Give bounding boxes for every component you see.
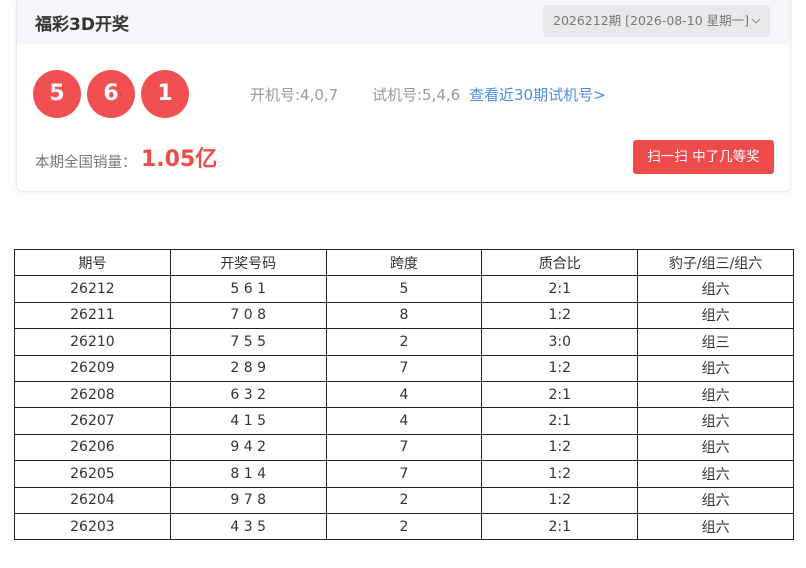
table-row: 26211 7 0 8 8 1:2 组六 [14,301,794,330]
table-cell: 1:2 [481,433,639,462]
issue-select[interactable]: 2026212期 [2026-08-10 星期一] [543,5,770,37]
table-body: 26212 5 6 1 5 2:1 组六 26211 7 0 8 8 1:2 组六 26210 7 5… [14,275,794,541]
table-cell: 7 [325,460,483,488]
table-row: 26204 9 7 8 2 1:2 组六 [14,486,794,514]
table-cell: 组六 [637,301,794,330]
table-row: 26207 4 1 5 4 2:1 组六 [14,407,794,435]
table-cell: 4 [325,407,483,435]
table-cell: 组六 [637,380,794,409]
table-cell: 26212 [14,275,171,303]
card-header: 福彩3D开奖 2026212期 [2026-08-10 星期一] [17,0,790,44]
table-cell: 8 1 4 [169,460,327,488]
table-cell: 组三 [637,328,794,356]
table-cell: 3:0 [481,328,639,356]
column-header: 期号 [14,248,171,277]
table-cell: 组六 [637,354,794,382]
sales-value: 1.05亿 [141,147,218,172]
draw-result-card: 福彩3D开奖 2026212期 [2026-08-10 星期一] 5 6 1 开… [16,0,791,192]
winning-ball: 1 [141,70,189,118]
table-row: 26205 8 1 4 7 1:2 组六 [14,460,794,488]
table-cell: 1:2 [481,354,639,382]
table-cell: 26205 [14,460,171,488]
scan-prize-button[interactable]: 扫一扫 中了几等奖 [633,140,774,174]
column-header: 豹子/组三/组六 [637,248,794,277]
table-cell: 7 [325,354,483,382]
table-cell: 9 7 8 [169,486,327,514]
table-cell: 26204 [14,486,171,514]
recent-shiji-link[interactable]: 查看近30期试机号> [469,84,606,105]
table-cell: 2 [325,486,483,514]
table-row: 26208 6 3 2 4 2:1 组六 [14,380,794,409]
table-cell: 1:2 [481,486,639,514]
table-cell: 组六 [637,275,794,303]
table-row: 26212 5 6 1 5 2:1 组六 [14,275,794,303]
table-row: 26203 4 3 5 2 2:1 组六 [14,512,794,541]
table-cell: 26209 [14,354,171,382]
table-cell: 1:2 [481,301,639,330]
column-header: 开奖号码 [169,248,327,277]
table-cell: 2:1 [481,380,639,409]
table-cell: 26210 [14,328,171,356]
table-cell: 5 6 1 [169,275,327,303]
table-cell: 2:1 [481,275,639,303]
table-row: 26206 9 4 2 7 1:2 组六 [14,433,794,462]
table-cell: 4 3 5 [169,512,327,541]
table-cell: 9 4 2 [169,433,327,462]
page-title: 福彩3D开奖 [35,15,129,35]
table-cell: 26206 [14,433,171,462]
table-cell: 组六 [637,460,794,488]
table-row: 26209 2 8 9 7 1:2 组六 [14,354,794,382]
column-header: 质合比 [481,248,639,277]
table-cell: 2 [325,512,483,541]
table-cell: 8 [325,301,483,330]
table-cell: 26208 [14,380,171,409]
table-cell: 4 1 5 [169,407,327,435]
table-cell: 2:1 [481,512,639,541]
chevron-down-icon [750,5,762,37]
table-row: 26210 7 5 5 2 3:0 组三 [14,328,794,356]
table-cell: 5 [325,275,483,303]
sales-label: 本期全国销量： [35,155,137,171]
table-cell: 26203 [14,512,171,541]
table-header-row: 期号 开奖号码 跨度 质合比 豹子/组三/组六 [14,248,794,277]
winning-ball: 5 [33,70,81,118]
table-cell: 2 [325,328,483,356]
shiji-number: 试机号:5,4,6 [372,86,461,104]
history-table: 期号 开奖号码 跨度 质合比 豹子/组三/组六 26212 5 6 1 5 2:1 组六 2621… [14,248,794,541]
table-cell: 组六 [637,433,794,462]
table-cell: 组六 [637,512,794,541]
column-header: 跨度 [325,248,483,277]
table-cell: 1:2 [481,460,639,488]
winning-ball: 6 [87,70,135,118]
table-cell: 2 8 9 [169,354,327,382]
table-cell: 7 0 8 [169,301,327,330]
table-cell: 组六 [637,486,794,514]
table-cell: 6 3 2 [169,380,327,409]
table-cell: 7 [325,433,483,462]
table-cell: 7 5 5 [169,328,327,356]
kaiji-number: 开机号:4,0,7 [250,86,339,104]
table-cell: 4 [325,380,483,409]
table-cell: 组六 [637,407,794,435]
issue-select-value: 2026212期 [2026-08-10 星期一] [553,13,750,28]
table-cell: 26207 [14,407,171,435]
table-cell: 2:1 [481,407,639,435]
table-cell: 26211 [14,301,171,330]
